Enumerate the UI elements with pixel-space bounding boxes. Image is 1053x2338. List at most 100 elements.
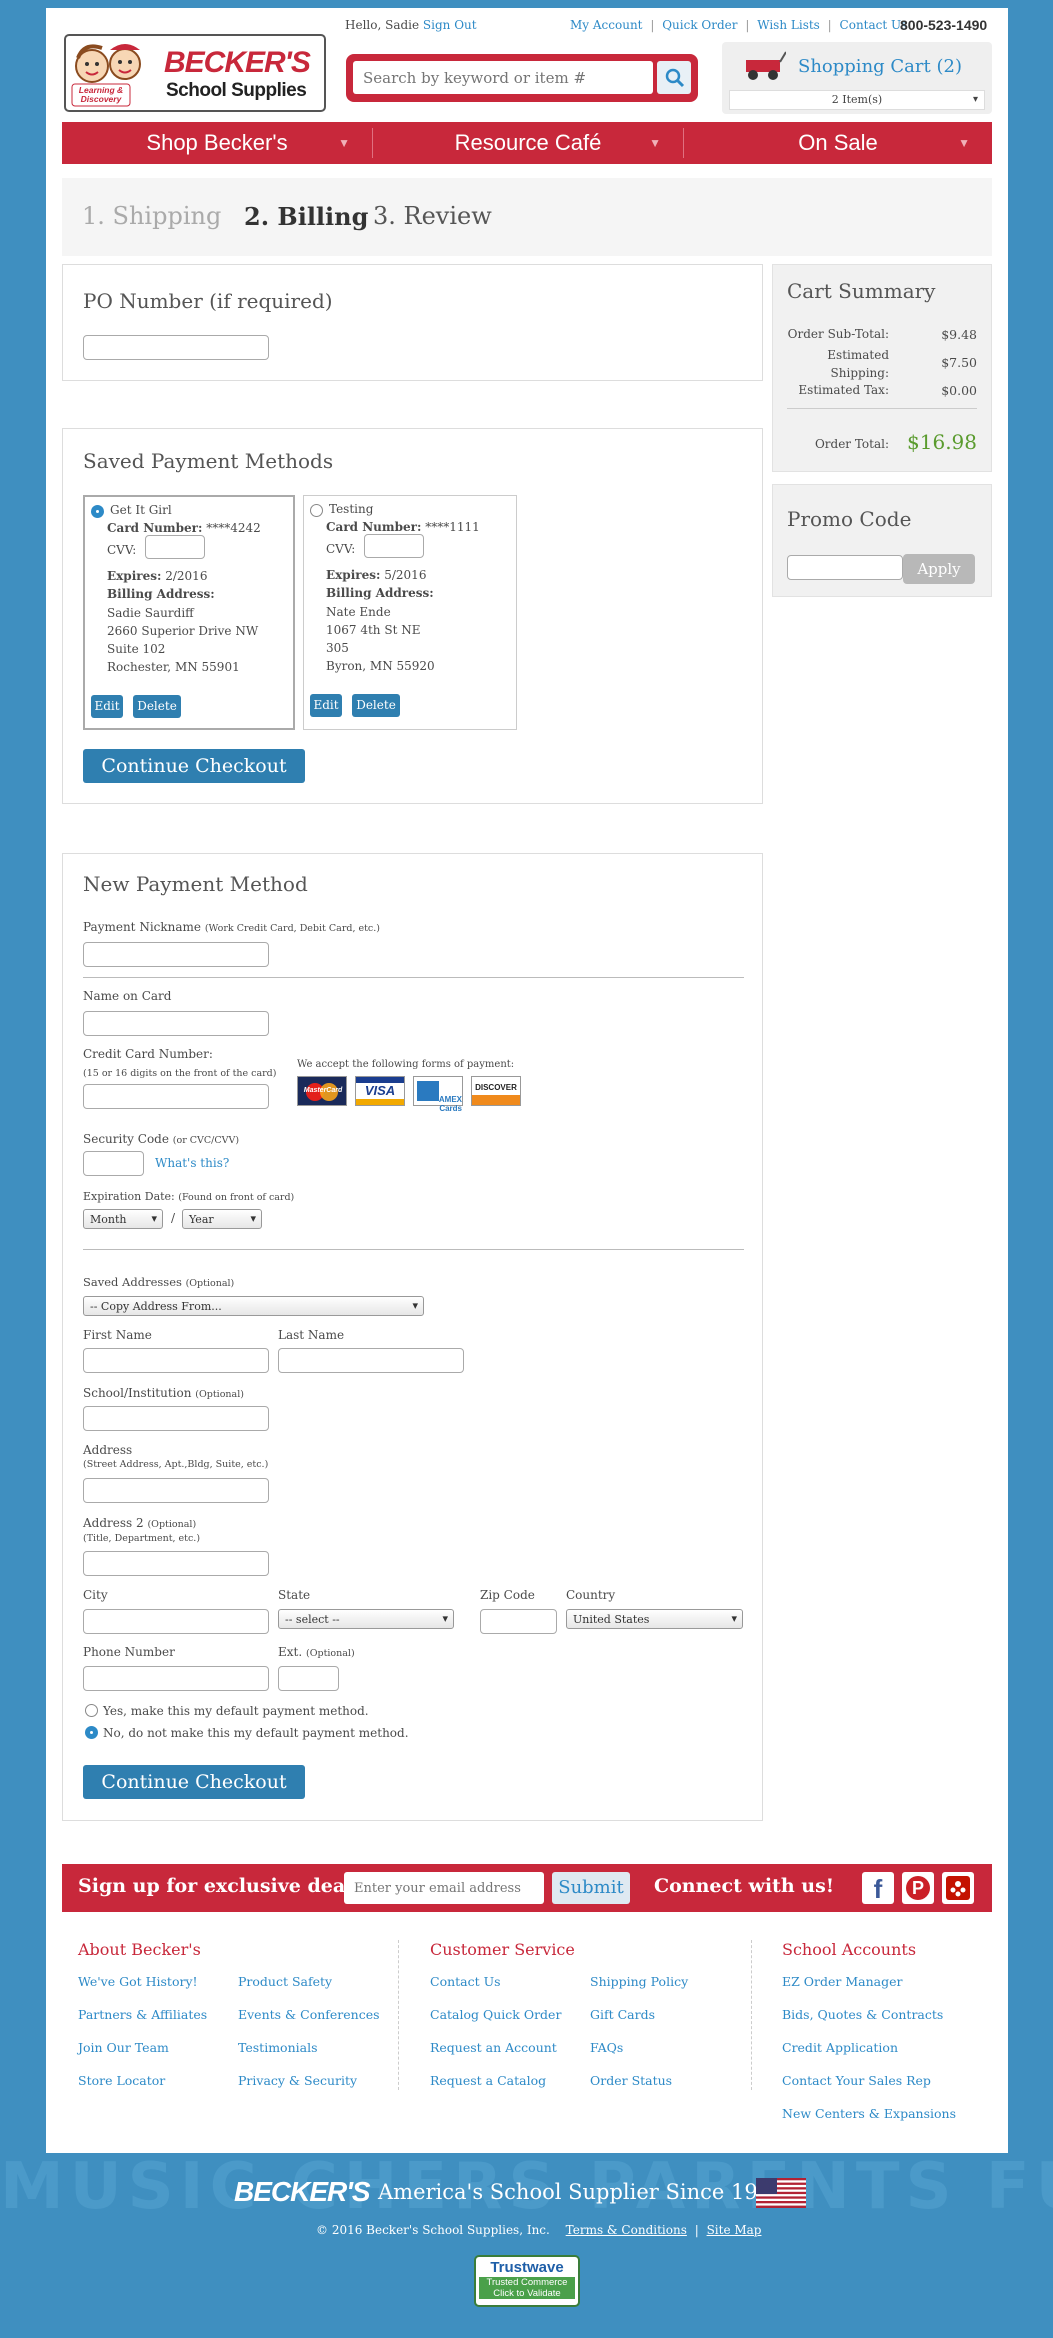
whats-this-link[interactable]: What's this?: [155, 1156, 229, 1170]
card-1-radio[interactable]: [91, 505, 104, 518]
default-yes-label[interactable]: Yes, make this my default payment method…: [103, 1704, 369, 1718]
last-name-input[interactable]: [278, 1348, 464, 1373]
address2-input[interactable]: [83, 1551, 269, 1576]
school-label-text: School/Institution: [83, 1386, 192, 1400]
footer-link-history[interactable]: We've Got History!: [78, 1974, 198, 1989]
footer-link-faqs[interactable]: FAQs: [590, 2040, 623, 2055]
card-1-edit-button[interactable]: Edit: [91, 695, 123, 718]
name-on-card-input[interactable]: [83, 1011, 269, 1036]
address-input[interactable]: [83, 1478, 269, 1503]
footer-link-request-account[interactable]: Request an Account: [430, 2040, 557, 2055]
contact-us-link[interactable]: Contact Us: [840, 18, 908, 32]
footer-link-ez-order[interactable]: EZ Order Manager: [782, 1974, 902, 1989]
card-1-cvv-input[interactable]: [145, 535, 205, 559]
sitemap-link[interactable]: Site Map: [707, 2223, 762, 2237]
us-flag-icon: [756, 2178, 806, 2208]
po-number-input[interactable]: [83, 335, 269, 360]
phone-label: Phone Number: [83, 1645, 175, 1659]
city-input[interactable]: [83, 1609, 269, 1634]
ext-input[interactable]: [278, 1666, 339, 1691]
footer-link-join-team[interactable]: Join Our Team: [78, 2040, 169, 2055]
nav-resource-cafe[interactable]: Resource Café ▼: [373, 122, 683, 164]
apply-button[interactable]: Apply: [903, 554, 975, 584]
nav-shop-beckers[interactable]: Shop Becker's ▼: [62, 122, 372, 164]
phone-input[interactable]: [83, 1666, 269, 1691]
footer-link-request-catalog[interactable]: Request a Catalog: [430, 2073, 546, 2088]
cc-number-input[interactable]: [83, 1084, 269, 1109]
footer-link-product-safety[interactable]: Product Safety: [238, 1974, 332, 1989]
zip-input[interactable]: [480, 1609, 557, 1634]
footer-link-contact[interactable]: Contact Us: [430, 1974, 501, 1989]
caret-down-icon: ▾: [972, 94, 978, 105]
default-no-radio[interactable]: [85, 1726, 98, 1739]
sign-out-link[interactable]: Sign Out: [423, 18, 477, 32]
promo-code-input[interactable]: [787, 555, 903, 580]
my-account-link[interactable]: My Account: [570, 18, 643, 32]
search-input[interactable]: [353, 61, 653, 94]
main-nav: Shop Becker's ▼ Resource Café ▼ On Sale ▼: [62, 122, 992, 164]
yelp-icon[interactable]: [942, 1872, 974, 1904]
signup-submit-button[interactable]: Submit: [552, 1872, 630, 1904]
footer-link-gift-cards[interactable]: Gift Cards: [590, 2007, 655, 2022]
footer-link-events[interactable]: Events & Conferences: [238, 2007, 380, 2022]
copy-address-select[interactable]: -- Copy Address From...: [83, 1296, 424, 1316]
country-select[interactable]: United States: [566, 1609, 743, 1629]
saved-card-2[interactable]: Testing Card Number: ****1111 CVV: Expir…: [303, 495, 517, 730]
quick-order-link[interactable]: Quick Order: [662, 18, 737, 32]
signup-email-input[interactable]: [344, 1872, 544, 1904]
shopping-cart-widget[interactable]: Shopping Cart (2) 2 Item(s) ▾: [722, 42, 992, 114]
search-button[interactable]: [657, 61, 691, 94]
trustwave-badge[interactable]: Trustwave Trusted Commerce Click to Vali…: [474, 2255, 580, 2307]
address-line: 305: [326, 641, 349, 655]
footer-link-testimonials[interactable]: Testimonials: [238, 2040, 318, 2055]
nav-on-sale[interactable]: On Sale ▼: [684, 122, 992, 164]
footer-link-new-centers[interactable]: New Centers & Expansions: [782, 2106, 956, 2121]
card-2-edit-button[interactable]: Edit: [310, 694, 342, 717]
footer-link-sales-rep[interactable]: Contact Your Sales Rep: [782, 2073, 931, 2088]
nickname-input[interactable]: [83, 942, 269, 967]
wish-lists-link[interactable]: Wish Lists: [757, 18, 820, 32]
footer-link-store-locator[interactable]: Store Locator: [78, 2073, 165, 2088]
facebook-icon[interactable]: f: [862, 1872, 894, 1904]
card-2-delete-button[interactable]: Delete: [352, 694, 400, 717]
pinterest-icon[interactable]: P: [902, 1872, 934, 1904]
footer-link-partners[interactable]: Partners & Affiliates: [78, 2007, 207, 2022]
first-name-input[interactable]: [83, 1348, 269, 1373]
footer-link-catalog-quick-order[interactable]: Catalog Quick Order: [430, 2007, 561, 2022]
beckers-logo[interactable]: Learning & Discovery BECKER'S School Supp…: [64, 34, 326, 112]
card-2-cvv-input[interactable]: [364, 534, 424, 558]
default-yes-radio[interactable]: [85, 1704, 98, 1717]
state-select[interactable]: -- select --: [278, 1609, 454, 1629]
exp-month-select[interactable]: Month: [83, 1209, 163, 1229]
default-no-label[interactable]: No, do not make this my default payment …: [103, 1726, 409, 1740]
promo-title: Promo Code: [787, 507, 912, 531]
footer-link-shipping-policy[interactable]: Shipping Policy: [590, 1974, 688, 1989]
continue-checkout-button[interactable]: Continue Checkout: [83, 749, 305, 783]
step-shipping[interactable]: 1. Shipping: [82, 202, 221, 230]
exp-year-select[interactable]: Year: [182, 1209, 262, 1229]
copyright-text: © 2016 Becker's School Supplies, Inc.: [316, 2223, 550, 2237]
saved-card-1[interactable]: Get It Girl Card Number: ****4242 CVV: E…: [83, 495, 295, 730]
security-code-input[interactable]: [83, 1151, 144, 1176]
address-hint: (Street Address, Apt.,Bldg, Suite, etc.): [83, 1459, 269, 1470]
step-review: 3. Review: [373, 202, 492, 230]
footer-link-bids[interactable]: Bids, Quotes & Contracts: [782, 2007, 943, 2022]
nav-label-sale: On Sale: [798, 130, 878, 155]
card-2-radio[interactable]: [310, 504, 323, 517]
po-number-title: PO Number (if required): [83, 289, 333, 313]
footer-link-order-status[interactable]: Order Status: [590, 2073, 672, 2088]
school-input[interactable]: [83, 1406, 269, 1431]
footer-link-credit-app[interactable]: Credit Application: [782, 2040, 898, 2055]
nickname-label: Payment Nickname (Work Credit Card, Debi…: [83, 920, 380, 934]
trustwave-text: Trustwave: [490, 2259, 564, 2276]
terms-link[interactable]: Terms & Conditions: [566, 2223, 687, 2237]
card-1-number: Card Number: ****4242: [107, 521, 261, 535]
card-1-delete-button[interactable]: Delete: [133, 695, 181, 718]
tax-label: Estimated Tax:: [798, 383, 889, 397]
continue-checkout-button-2[interactable]: Continue Checkout: [83, 1765, 305, 1799]
discover-icon: DISCOVER: [471, 1076, 521, 1106]
footer-link-privacy[interactable]: Privacy & Security: [238, 2073, 357, 2088]
nav-label-shop: Shop Becker's: [146, 130, 288, 155]
promo-code-panel: Promo Code Apply: [772, 484, 992, 597]
cart-items-dropdown[interactable]: 2 Item(s) ▾: [729, 90, 985, 110]
